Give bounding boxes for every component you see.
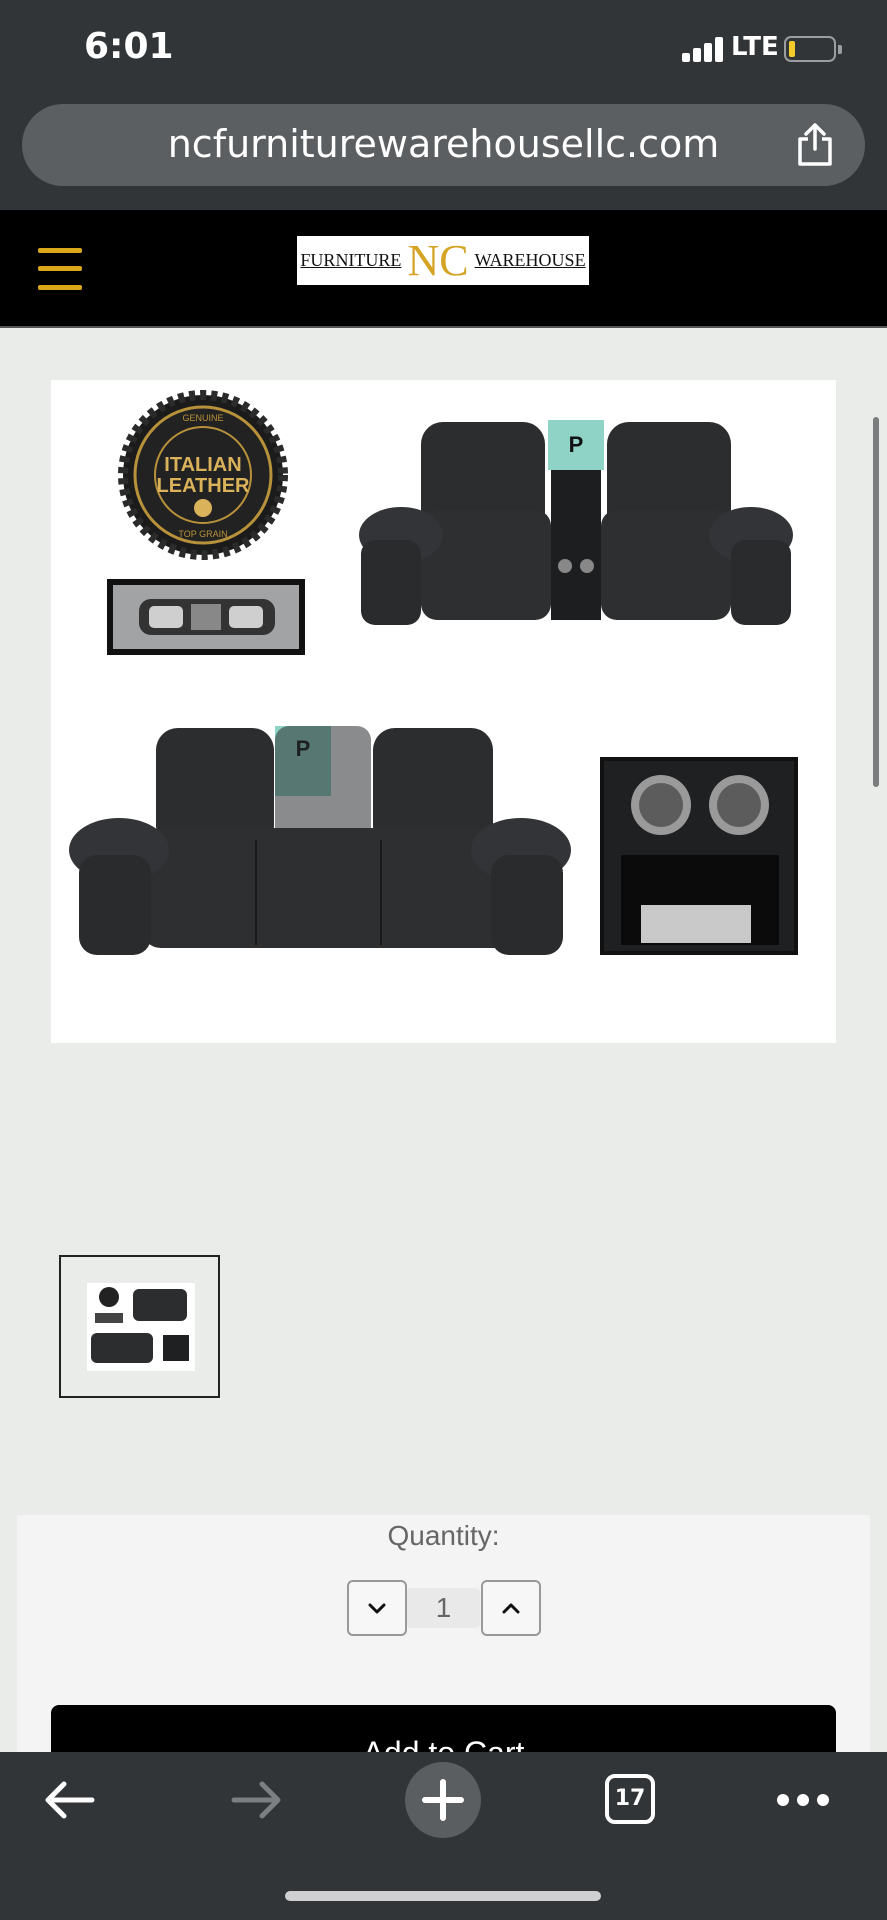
loveseat-with-console: P xyxy=(359,420,793,625)
product-thumbnail[interactable] xyxy=(59,1255,220,1398)
plus-icon xyxy=(422,1779,464,1821)
quantity-label: Quantity: xyxy=(387,1520,500,1551)
svg-text:LEATHER: LEATHER xyxy=(157,475,251,497)
network-label: LTE xyxy=(731,32,779,62)
forward-arrow-icon[interactable] xyxy=(230,1778,284,1822)
quantity-increase-button[interactable] xyxy=(481,1580,541,1636)
logo-right-word: WAREHOUSE xyxy=(474,250,586,270)
svg-text:P: P xyxy=(569,432,584,457)
address-bar[interactable]: ncfurniturewarehousellc.com xyxy=(22,104,865,186)
site-logo[interactable]: FURNITURE NC WAREHOUSE xyxy=(297,236,589,285)
thumbnail-image xyxy=(87,1283,195,1371)
svg-text:GENUINE: GENUINE xyxy=(182,413,223,423)
italian-leather-seal: GENUINE ITALIAN LEATHER TOP GRAIN xyxy=(118,390,288,560)
svg-text:TOP GRAIN: TOP GRAIN xyxy=(178,529,227,539)
new-tab-button[interactable] xyxy=(405,1762,481,1838)
chevron-down-icon xyxy=(368,1603,386,1614)
quantity-decrease-button[interactable] xyxy=(347,1580,407,1636)
logo-left-word: FURNITURE xyxy=(300,250,402,270)
cupholder-closeup xyxy=(600,757,798,955)
product-photo-collage: GENUINE ITALIAN LEATHER TOP GRAIN P xyxy=(69,390,798,955)
status-bar: 6:01 LTE xyxy=(0,0,887,100)
hamburger-menu-icon[interactable] xyxy=(38,248,82,290)
site-header: FURNITURE NC WAREHOUSE xyxy=(0,210,887,328)
back-arrow-icon[interactable] xyxy=(42,1778,96,1822)
logo-nc: NC xyxy=(407,235,469,285)
chevron-up-icon xyxy=(502,1603,520,1614)
share-icon[interactable] xyxy=(795,121,835,167)
battery-icon xyxy=(784,36,842,62)
home-indicator[interactable] xyxy=(285,1891,601,1901)
usb-port-closeup xyxy=(107,579,305,655)
quantity-input[interactable]: 1 xyxy=(407,1588,480,1628)
more-icon[interactable] xyxy=(776,1788,830,1812)
svg-text:ITALIAN: ITALIAN xyxy=(164,454,241,476)
url-text[interactable]: ncfurniturewarehousellc.com xyxy=(22,122,865,166)
product-image[interactable]: GENUINE ITALIAN LEATHER TOP GRAIN P xyxy=(51,380,836,1043)
signal-icon xyxy=(682,36,726,62)
page-scrollbar[interactable] xyxy=(873,417,879,787)
tabs-icon[interactable]: 17 xyxy=(605,1774,655,1824)
status-time: 6:01 xyxy=(84,26,174,67)
reclining-sofa: P xyxy=(69,726,571,955)
